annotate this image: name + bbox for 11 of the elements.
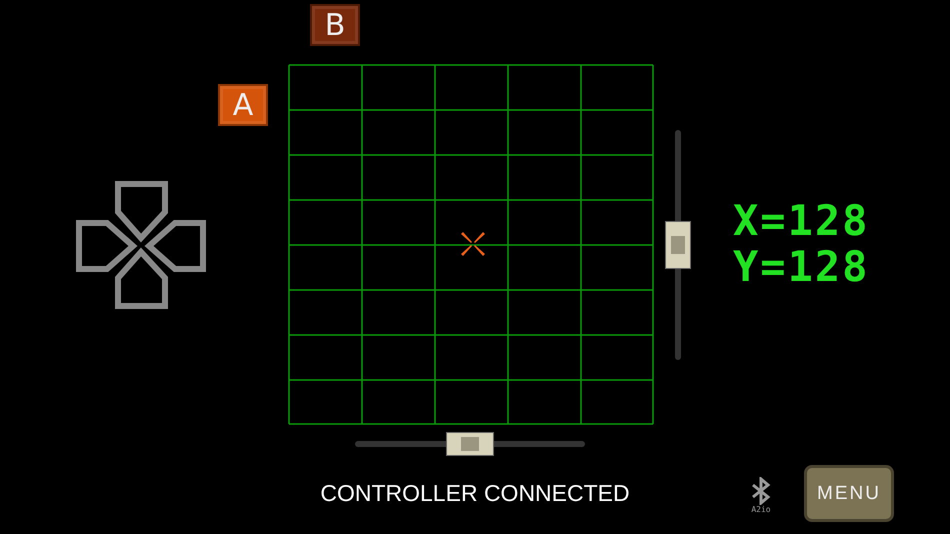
- dpad-drawing[interactable]: [75, 180, 207, 310]
- coordinate-readout: X=128: [733, 198, 870, 244]
- status-text: CONTROLLER CONNECTED: [320, 480, 630, 507]
- crosshair-icon: [461, 232, 485, 256]
- action-button[interactable]: A: [218, 84, 268, 126]
- device-label: A2io: [751, 505, 771, 514]
- slider-thumb[interactable]: [446, 432, 494, 456]
- action-button[interactable]: B: [310, 4, 360, 46]
- menu-button[interactable]: MENU: [804, 465, 894, 522]
- coordinate-readout: Y=128: [733, 244, 870, 290]
- slider-thumb[interactable]: [665, 221, 691, 269]
